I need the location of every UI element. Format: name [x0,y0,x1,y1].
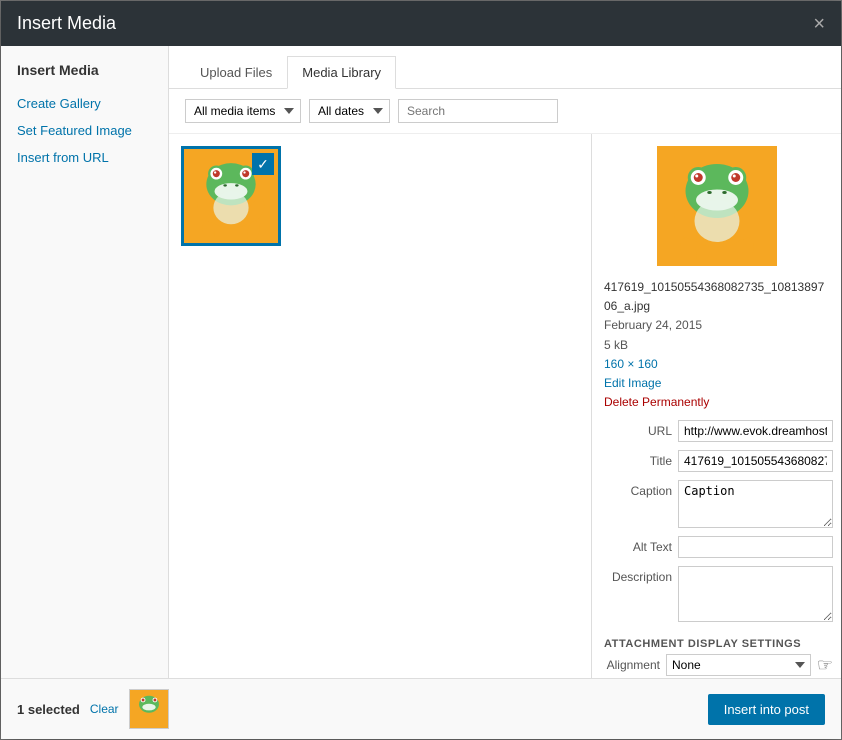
caption-field-row: Caption Caption [600,480,833,528]
sidebar-item-create-gallery[interactable]: Create Gallery [1,90,168,117]
media-grid: ✓ [169,134,591,678]
edit-image-link[interactable]: Edit Image [604,376,661,390]
filter-media-type-select[interactable]: All media items [185,99,301,123]
sidebar-title: Insert Media [1,62,168,90]
alt-text-label: Alt Text [600,536,672,554]
description-textarea[interactable] [678,566,833,622]
alt-text-input[interactable] [678,536,833,558]
insert-media-modal: Insert Media × Insert Media Create Galle… [1,1,841,739]
title-field-row: Title [600,450,833,472]
details-fields: URL Title Caption Caption [592,420,841,622]
sidebar-item-insert-from-url[interactable]: Insert from URL [1,144,168,171]
sidebar: Insert Media Create Gallery Set Featured… [1,46,169,678]
preview-image [657,146,777,266]
modal-title: Insert Media [17,13,116,34]
title-label: Title [600,450,672,468]
date-text: February 24, 2015 [604,316,829,335]
tabs-bar: Upload Files Media Library [169,46,841,89]
media-item-checkmark: ✓ [252,153,274,175]
url-label: URL [600,420,672,438]
caption-textarea[interactable]: Caption [678,480,833,528]
alignment-select[interactable]: None Left Center Right [666,654,811,676]
filter-dates-select[interactable]: All dates [309,99,390,123]
search-input[interactable] [398,99,558,123]
toolbar: All media items All dates [169,89,841,134]
attachment-settings-title: ATTACHMENT DISPLAY SETTINGS [592,630,841,654]
modal-close-button[interactable]: × [813,14,825,34]
description-label: Description [600,566,672,584]
main-content: Upload Files Media Library All media ite… [169,46,841,678]
title-input[interactable] [678,450,833,472]
selected-thumbnail [129,689,169,729]
cursor-icon: ☞ [817,655,833,676]
filename-text: 417619_10150554368082735_1081389706_a.jp… [604,278,829,316]
insert-into-post-button[interactable]: Insert into post [708,694,825,725]
clear-selection-link[interactable]: Clear [90,702,119,716]
modal-body: Insert Media Create Gallery Set Featured… [1,46,841,678]
alignment-label: Alignment [600,658,660,672]
description-field-row: Description [600,566,833,622]
details-meta: 417619_10150554368082735_1081389706_a.jp… [592,278,841,420]
size-text: 5 kB [604,336,829,355]
caption-label: Caption [600,480,672,498]
details-image-preview [592,134,841,278]
alignment-row: Alignment None Left Center Right ☞ [592,654,841,676]
url-input[interactable] [678,420,833,442]
media-item[interactable]: ✓ [181,146,281,246]
dimensions-link[interactable]: 160 × 160 [604,357,658,371]
tab-upload-files[interactable]: Upload Files [185,56,287,89]
media-section: ✓ [169,134,841,678]
alt-text-field-row: Alt Text [600,536,833,558]
delete-permanently-link[interactable]: Delete Permanently [604,395,709,409]
details-panel: 417619_10150554368082735_1081389706_a.jp… [591,134,841,678]
url-field-row: URL [600,420,833,442]
selected-info: 1 selected Clear [17,689,169,729]
sidebar-item-set-featured-image[interactable]: Set Featured Image [1,117,168,144]
modal-footer: 1 selected Clear Insert into post [1,678,841,739]
modal-overlay: Insert Media × Insert Media Create Galle… [0,0,842,740]
selected-count-text: 1 selected [17,702,80,717]
tab-media-library[interactable]: Media Library [287,56,396,89]
modal-header: Insert Media × [1,1,841,46]
